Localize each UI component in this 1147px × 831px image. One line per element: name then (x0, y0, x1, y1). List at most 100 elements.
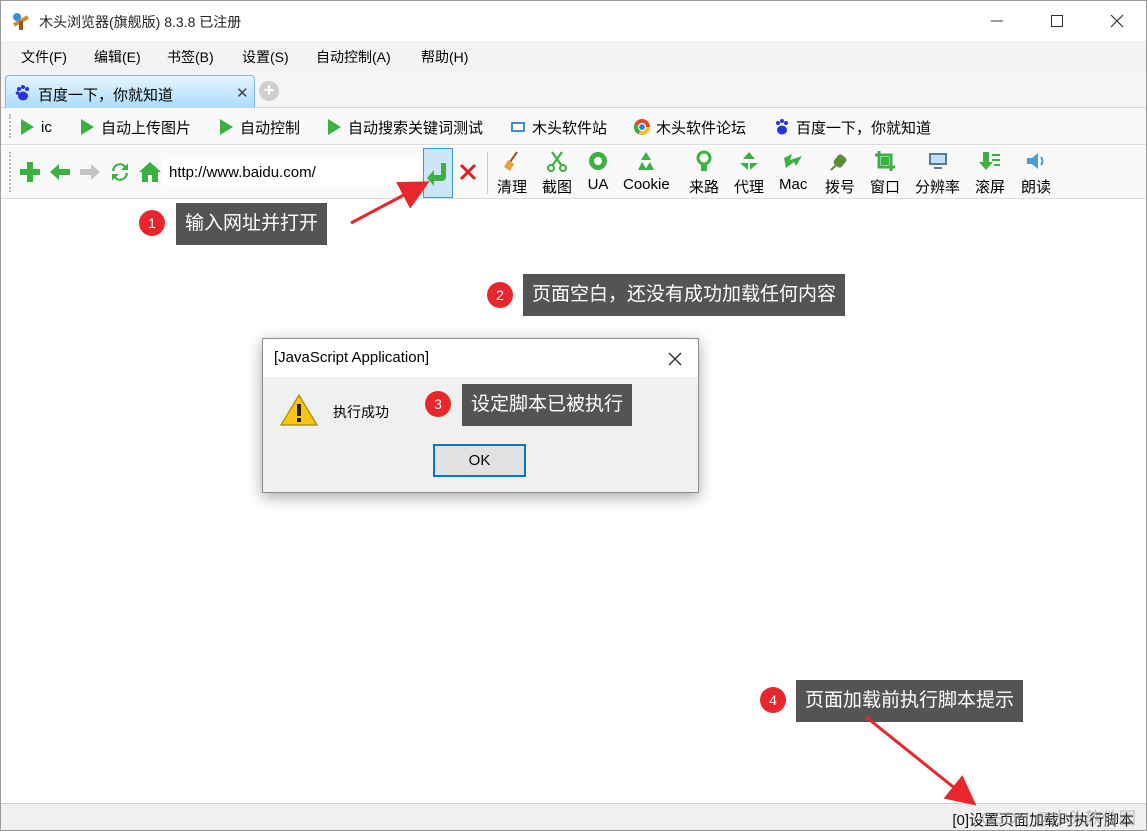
scroll-down-icon (979, 152, 1000, 170)
csdn-watermark: CSDN @木头软件园 (980, 809, 1136, 828)
bookmark-auto-control[interactable]: 自动控制 (220, 117, 300, 137)
refresh-icon[interactable] (108, 160, 132, 184)
bookmark-ic[interactable]: ic (21, 117, 52, 137)
tool-label: 代理 (734, 179, 765, 196)
referer-icon (696, 150, 712, 171)
close-button[interactable] (1094, 1, 1140, 41)
minimize-icon (991, 20, 1003, 22)
menu-file[interactable]: 文件(F) (21, 47, 67, 67)
bookmark-bar-grip[interactable] (9, 114, 11, 138)
maximize-button[interactable] (1034, 1, 1080, 41)
speaker-icon (1027, 153, 1044, 169)
bookmark-baidu[interactable]: 百度一下，你就知道 (773, 117, 931, 137)
annotation-callout-3: 设定脚本已被执行 (462, 384, 633, 426)
tool-label: 分辨率 (915, 179, 961, 196)
home-icon[interactable] (138, 160, 162, 184)
plug-icon (830, 154, 847, 171)
ua-gear-icon (589, 152, 607, 170)
back-arrow-icon[interactable] (48, 160, 72, 184)
tool-label: 截图 (542, 179, 573, 196)
mac-address-icon (784, 154, 803, 168)
bookmark-label: ic (41, 118, 52, 136)
recycle-icon (638, 152, 655, 170)
menu-auto-control[interactable]: 自动控制(A) (316, 47, 391, 67)
tool-referer[interactable]: 来路 (689, 150, 719, 197)
dialog-close-icon[interactable] (663, 347, 687, 371)
toolbar-grip[interactable] (9, 152, 11, 192)
tool-label: 朗读 (1021, 179, 1052, 196)
bookmark-label: 自动上传图片 (101, 119, 192, 137)
tool-resolution[interactable]: 分辨率 (915, 150, 960, 197)
tool-label: 窗口 (870, 179, 901, 196)
ok-button[interactable]: OK (433, 444, 526, 477)
status-bar: [0]设置页面加载时执行脚本 CSDN @木头软件园 (1, 803, 1146, 830)
minimize-button[interactable] (974, 1, 1020, 41)
tool-read-aloud[interactable]: 朗读 (1021, 150, 1051, 197)
go-enter-icon (427, 163, 446, 186)
bookmark-label: 自动控制 (240, 119, 301, 137)
dialog-header: [JavaScript Application] (263, 339, 698, 377)
tool-clean[interactable]: 清理 (497, 150, 527, 197)
tab-baidu[interactable]: 百度一下，你就知道 ✕ (5, 75, 255, 108)
annotation-badge-4: 4 (760, 687, 786, 713)
annotation-badge-2: 2 (487, 282, 513, 308)
tool-ua[interactable]: UA (587, 150, 609, 193)
tool-dialup[interactable]: 拨号 (825, 150, 855, 197)
annotation-badge-1: 1 (139, 210, 165, 236)
dialog-message: 执行成功 (333, 404, 389, 420)
baidu-paw-icon (776, 119, 788, 135)
warning-icon (280, 393, 318, 426)
title-bar: 木头浏览器(旗舰版) 8.3.8 已注册 (1, 1, 1146, 41)
menu-help[interactable]: 帮助(H) (421, 47, 468, 67)
tool-label: Mac (779, 176, 808, 193)
bookmark-mutou-software-site[interactable]: 木头软件站 (509, 117, 607, 137)
bookmark-mutou-forum[interactable]: 木头软件论坛 (633, 117, 746, 137)
play-icon (328, 119, 341, 135)
tool-cookie[interactable]: Cookie (623, 150, 670, 193)
bookmark-auto-search-test[interactable]: 自动搜索关键词测试 (328, 117, 483, 137)
menu-bookmarks[interactable]: 书签(B) (167, 47, 214, 67)
tool-label: 来路 (689, 179, 720, 196)
dialog-title: [JavaScript Application] (274, 349, 430, 366)
tab-title: 百度一下，你就知道 (38, 87, 174, 104)
annotation-badge-3: 3 (425, 391, 451, 417)
baidu-paw-icon (15, 85, 29, 101)
tool-label: Cookie (623, 176, 670, 193)
play-icon (81, 119, 94, 135)
monitor-icon (928, 153, 947, 169)
bookmark-bar: ic 自动上传图片 自动控制 自动搜索关键词测试 木头软件站 木头软件论坛 百度… (1, 108, 1146, 145)
tool-window[interactable]: 窗口 (870, 150, 900, 197)
browser-window: 木头浏览器(旗舰版) 8.3.8 已注册 文件(F) 编辑(E) 书签(B) 设… (0, 0, 1147, 831)
tool-proxy[interactable]: 代理 (734, 150, 764, 197)
play-icon (220, 119, 233, 135)
maximize-icon (1051, 15, 1063, 27)
new-tab-button[interactable]: + (259, 81, 279, 101)
go-button[interactable] (423, 148, 453, 198)
tab-bar: 百度一下，你就知道 ✕ + (1, 71, 1146, 108)
tool-label: 滚屏 (975, 179, 1006, 196)
menu-settings[interactable]: 设置(S) (242, 47, 289, 67)
toolbar-divider (487, 152, 488, 194)
menu-edit[interactable]: 编辑(E) (94, 47, 141, 67)
chrome-like-icon (633, 119, 651, 136)
tool-label: UA (587, 176, 609, 193)
bookmark-label: 自动搜索关键词测试 (348, 119, 484, 137)
proxy-icon (740, 152, 758, 170)
stop-icon[interactable] (458, 162, 478, 182)
broom-icon (504, 151, 518, 171)
tool-screenshot[interactable]: 截图 (542, 150, 572, 197)
add-icon[interactable] (18, 160, 42, 184)
tool-mac[interactable]: Mac (779, 150, 807, 193)
address-input[interactable] (163, 159, 421, 185)
play-icon (21, 119, 34, 135)
annotation-callout-4: 页面加载前执行脚本提示 (796, 680, 1024, 722)
software-site-icon (511, 122, 525, 132)
tab-close-icon[interactable]: ✕ (236, 84, 249, 102)
forward-arrow-icon[interactable] (78, 160, 102, 184)
bookmark-auto-upload-images[interactable]: 自动上传图片 (81, 117, 191, 137)
bookmark-label: 木头软件论坛 (656, 119, 747, 137)
tool-scroll[interactable]: 滚屏 (975, 150, 1005, 197)
scissors-icon (547, 151, 567, 172)
tool-label: 清理 (497, 179, 528, 196)
annotation-callout-1: 输入网址并打开 (176, 203, 328, 245)
